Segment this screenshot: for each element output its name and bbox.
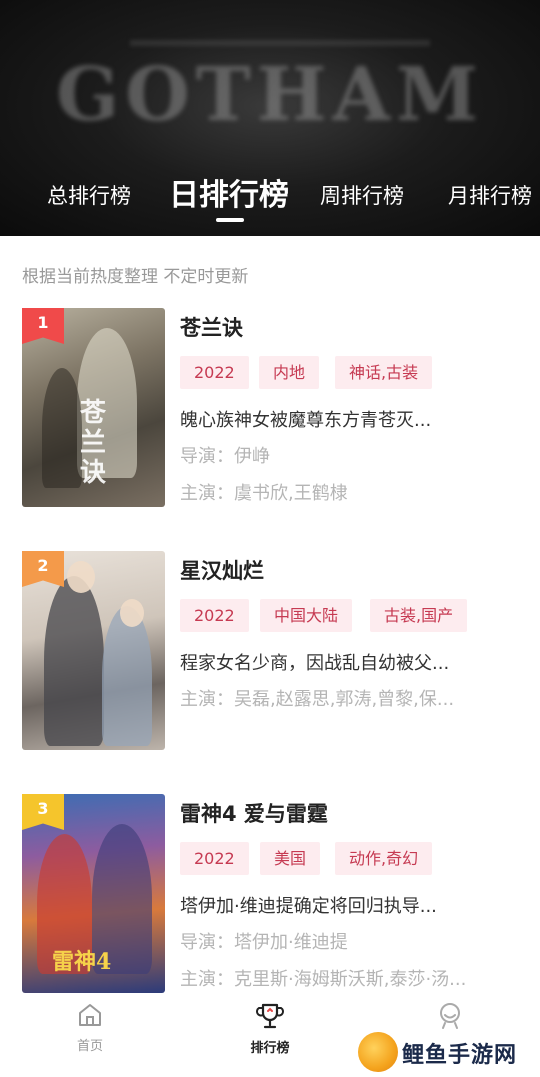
nav-home[interactable]: 首页 bbox=[40, 1001, 140, 1054]
poster-title-art: 雷神4 bbox=[52, 949, 112, 975]
poster-image[interactable]: 苍兰诀 bbox=[22, 308, 165, 507]
item-cast: 主演：吴磊,赵露思,郭涛,曾黎,保... bbox=[180, 689, 455, 710]
tag-region: 美国 bbox=[260, 842, 321, 875]
item-description: 程家女名少商，因战乱自幼被父... bbox=[180, 653, 450, 674]
tag-year: 2022 bbox=[180, 356, 249, 389]
trophy-icon bbox=[256, 1003, 284, 1029]
tag-region: 内地 bbox=[259, 356, 320, 389]
tab-weekly[interactable]: 周排行榜 bbox=[320, 180, 404, 210]
tag-year: 2022 bbox=[180, 599, 249, 632]
banner-image-text: GOTHAM bbox=[56, 52, 484, 138]
banner-decoration bbox=[130, 40, 430, 46]
nav-ranking[interactable]: 排行榜 bbox=[220, 1001, 320, 1056]
tag-genre: 神话,古装 bbox=[335, 356, 433, 389]
fish-logo-icon bbox=[358, 1032, 398, 1072]
poster-image[interactable] bbox=[22, 551, 165, 750]
header-banner: GOTHAM 总排行榜 日排行榜 周排行榜 月排行榜 bbox=[0, 0, 540, 236]
item-title[interactable]: 星汉灿烂 bbox=[180, 555, 264, 585]
item-description: 塔伊加·维迪提确定将回归执导... bbox=[180, 896, 437, 917]
list-subtitle: 根据当前热度整理 不定时更新 bbox=[22, 267, 249, 287]
item-description: 魄心族神女被魔尊东方青苍灭... bbox=[180, 410, 432, 431]
item-title[interactable]: 苍兰诀 bbox=[180, 312, 243, 342]
item-director: 导演：伊峥 bbox=[180, 446, 270, 467]
list-item[interactable]: 2 星汉灿烂 2022 中国大陆 古装,国产 程家女名少商，因战乱自幼被父...… bbox=[0, 551, 540, 751]
nav-ranking-label: 排行榜 bbox=[250, 1041, 290, 1056]
active-tab-indicator bbox=[216, 218, 244, 222]
poster-title-art: 苍兰诀 bbox=[80, 398, 107, 488]
item-cast: 主演：克里斯·海姆斯沃斯,泰莎·汤... bbox=[180, 969, 467, 990]
tag-year: 2022 bbox=[180, 842, 249, 875]
tag-genre: 古装,国产 bbox=[370, 599, 468, 632]
watermark-text: 鲤鱼手游网 bbox=[402, 1043, 518, 1068]
tab-overall[interactable]: 总排行榜 bbox=[47, 180, 131, 210]
ranking-tabs: 总排行榜 日排行榜 周排行榜 月排行榜 bbox=[0, 170, 540, 230]
list-item[interactable]: 雷神4 3 雷神4 爱与雷霆 2022 美国 动作,奇幻 塔伊加·维迪提确定将回… bbox=[0, 794, 540, 994]
tab-monthly[interactable]: 月排行榜 bbox=[448, 180, 532, 210]
poster-image[interactable]: 雷神4 bbox=[22, 794, 165, 993]
list-item[interactable]: 苍兰诀 1 苍兰诀 2022 内地 神话,古装 魄心族神女被魔尊东方青苍灭...… bbox=[0, 308, 540, 508]
item-cast: 主演：虞书欣,王鹤棣 bbox=[180, 483, 348, 504]
profile-icon bbox=[440, 1003, 460, 1029]
tab-daily[interactable]: 日排行榜 bbox=[169, 170, 289, 214]
nav-home-label: 首页 bbox=[76, 1039, 103, 1054]
item-title[interactable]: 雷神4 爱与雷霆 bbox=[180, 798, 328, 828]
nav-profile[interactable] bbox=[400, 1001, 500, 1029]
tag-region: 中国大陆 bbox=[260, 599, 353, 632]
tag-genre: 动作,奇幻 bbox=[335, 842, 433, 875]
home-icon bbox=[79, 1004, 101, 1026]
site-watermark: 鲤鱼手游网 bbox=[352, 1030, 537, 1074]
item-director: 导演：塔伊加·维迪提 bbox=[180, 932, 348, 953]
